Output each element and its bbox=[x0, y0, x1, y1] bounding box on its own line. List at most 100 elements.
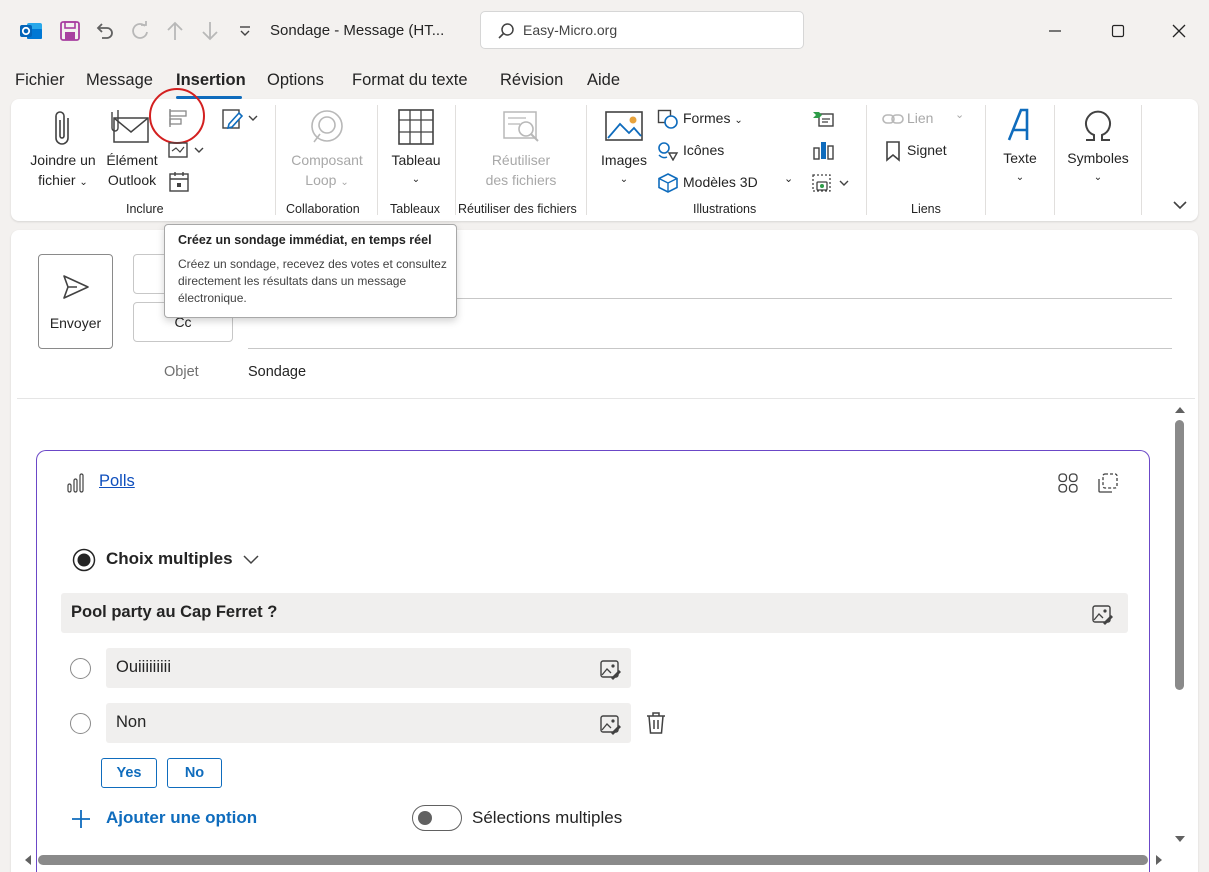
outlook-app-icon[interactable] bbox=[18, 16, 44, 46]
reuse-label-1: Réutiliser bbox=[491, 152, 551, 168]
bookmark-icon bbox=[886, 141, 900, 162]
subject-field[interactable]: Sondage bbox=[248, 364, 306, 380]
icons-button[interactable]: Icônes bbox=[683, 142, 724, 158]
tab-fichier[interactable]: Fichier bbox=[15, 71, 65, 90]
polls-link[interactable]: Polls bbox=[99, 472, 135, 491]
chevron-down-icon: ⌄ bbox=[79, 177, 88, 188]
bookmark-button[interactable]: Signet bbox=[907, 142, 947, 158]
attach-file-button[interactable]: Joindre un fichier ⌄ bbox=[24, 150, 102, 193]
chevron-down-icon: ⌄ bbox=[619, 174, 629, 185]
symbols-button[interactable]: Symboles ⌄ bbox=[1060, 148, 1136, 188]
loop-component-button[interactable]: Composant Loop ⌄ bbox=[284, 150, 370, 193]
option-field-1[interactable]: Ouiiiiiiiii bbox=[106, 648, 631, 688]
tab-revision[interactable]: Révision bbox=[500, 71, 563, 90]
scroll-up-icon[interactable] bbox=[1174, 405, 1186, 415]
suggestion-no-button[interactable]: No bbox=[167, 758, 222, 788]
customize-dropdown-icon[interactable] bbox=[232, 16, 258, 46]
search-box[interactable]: Easy-Micro.org bbox=[480, 11, 804, 49]
text-icon bbox=[1007, 108, 1029, 141]
chart-icon[interactable] bbox=[811, 139, 835, 161]
symbols-label: Symboles bbox=[1067, 150, 1129, 166]
option-radio[interactable] bbox=[70, 713, 91, 734]
calendar-icon[interactable] bbox=[168, 171, 190, 193]
signature-icon[interactable] bbox=[168, 141, 206, 159]
vertical-scrollbar[interactable] bbox=[1175, 420, 1184, 690]
search-input[interactable]: Easy-Micro.org bbox=[523, 22, 617, 38]
attach-file-label-2: fichier bbox=[38, 172, 76, 188]
redo-icon[interactable] bbox=[127, 16, 153, 46]
add-option-button[interactable]: Ajouter une option bbox=[106, 808, 257, 828]
cc-field[interactable] bbox=[248, 348, 1172, 349]
3d-models-chevron-icon[interactable]: ⌄ bbox=[784, 172, 793, 185]
3d-models-button[interactable]: Modèles 3D bbox=[683, 174, 758, 190]
poll-type-label[interactable]: Choix multiples bbox=[106, 549, 233, 569]
screenshot-icon[interactable] bbox=[811, 172, 851, 194]
image-edit-icon[interactable] bbox=[1091, 603, 1113, 625]
tab-format-du-texte[interactable]: Format du texte bbox=[352, 71, 468, 90]
scroll-left-icon[interactable] bbox=[23, 854, 33, 866]
shapes-label: Formes bbox=[683, 110, 731, 126]
shapes-button[interactable]: Formes ⌄ bbox=[683, 110, 743, 126]
attach-file-label-1: Joindre un bbox=[30, 152, 96, 168]
up-arrow-icon[interactable] bbox=[162, 16, 188, 46]
shapes-icon bbox=[657, 109, 678, 129]
chevron-down-icon[interactable] bbox=[242, 552, 260, 566]
group-label-collaboration: Collaboration bbox=[286, 202, 360, 216]
close-icon[interactable] bbox=[1164, 16, 1194, 46]
tooltip-title: Créez un sondage immédiat, en temps réel bbox=[178, 233, 432, 247]
copy-icon[interactable] bbox=[1097, 472, 1119, 494]
horizontal-scrollbar[interactable] bbox=[38, 855, 1148, 865]
option-field-2[interactable]: Non bbox=[106, 703, 631, 743]
window-title: Sondage - Message (HT... bbox=[270, 22, 445, 39]
save-icon[interactable] bbox=[57, 16, 83, 46]
scroll-down-icon[interactable] bbox=[1174, 834, 1186, 844]
tab-insertion[interactable]: Insertion bbox=[176, 71, 246, 90]
chevron-down-icon: ⌄ bbox=[1093, 172, 1103, 183]
image-edit-icon[interactable] bbox=[599, 713, 621, 735]
send-icon bbox=[63, 275, 89, 299]
tab-message[interactable]: Message bbox=[86, 71, 153, 90]
link-button[interactable]: Lien bbox=[907, 110, 933, 126]
group-separator bbox=[1054, 105, 1055, 215]
tab-aide[interactable]: Aide bbox=[587, 71, 620, 90]
tab-options[interactable]: Options bbox=[267, 71, 324, 90]
reuse-files-button[interactable]: Réutiliser des fichiers bbox=[478, 150, 564, 190]
smartart-icon[interactable] bbox=[811, 109, 835, 129]
images-icon bbox=[605, 111, 643, 141]
option-text: Non bbox=[116, 713, 147, 731]
outlook-item-icon bbox=[111, 110, 149, 143]
images-button[interactable]: Images ⌄ bbox=[594, 150, 654, 190]
undo-icon[interactable] bbox=[92, 16, 118, 46]
subject-label: Objet bbox=[164, 364, 199, 380]
expand-ribbon-icon[interactable] bbox=[1172, 198, 1188, 212]
multi-select-toggle[interactable] bbox=[412, 805, 462, 831]
option-radio[interactable] bbox=[70, 658, 91, 679]
image-edit-icon[interactable] bbox=[599, 658, 621, 680]
minimize-icon[interactable] bbox=[1040, 16, 1070, 46]
group-separator bbox=[866, 105, 867, 215]
group-label-illustrations: Illustrations bbox=[693, 202, 757, 216]
reuse-label-2: des fichiers bbox=[485, 172, 557, 188]
outlook-item-button[interactable]: Élément Outlook bbox=[100, 150, 164, 190]
text-button[interactable]: Texte ⌄ bbox=[994, 148, 1046, 188]
down-arrow-icon[interactable] bbox=[197, 16, 223, 46]
trash-icon[interactable] bbox=[645, 711, 667, 735]
send-button[interactable]: Envoyer bbox=[38, 254, 113, 349]
icons-icon bbox=[658, 142, 679, 161]
poll-tooltip: Créez un sondage immédiat, en temps réel… bbox=[164, 224, 457, 318]
plus-icon[interactable] bbox=[70, 808, 92, 830]
suggestion-yes-button[interactable]: Yes bbox=[101, 758, 157, 788]
question-field[interactable]: Pool party au Cap Ferret ? bbox=[61, 593, 1128, 633]
maximize-icon[interactable] bbox=[1103, 16, 1133, 46]
question-text: Pool party au Cap Ferret ? bbox=[71, 603, 278, 621]
link-chevron-icon[interactable]: ⌄ bbox=[955, 108, 964, 121]
table-button[interactable]: Tableau ⌄ bbox=[386, 150, 446, 190]
outlook-item-label-1: Élément bbox=[106, 152, 158, 168]
apps-icon[interactable] bbox=[1057, 472, 1079, 494]
option-text: Ouiiiiiiiii bbox=[116, 658, 172, 676]
paperclip-icon bbox=[55, 111, 69, 145]
search-icon bbox=[498, 23, 514, 39]
header-divider bbox=[17, 398, 1195, 399]
scroll-right-icon[interactable] bbox=[1154, 854, 1164, 866]
edit-signature-icon[interactable] bbox=[221, 107, 261, 131]
